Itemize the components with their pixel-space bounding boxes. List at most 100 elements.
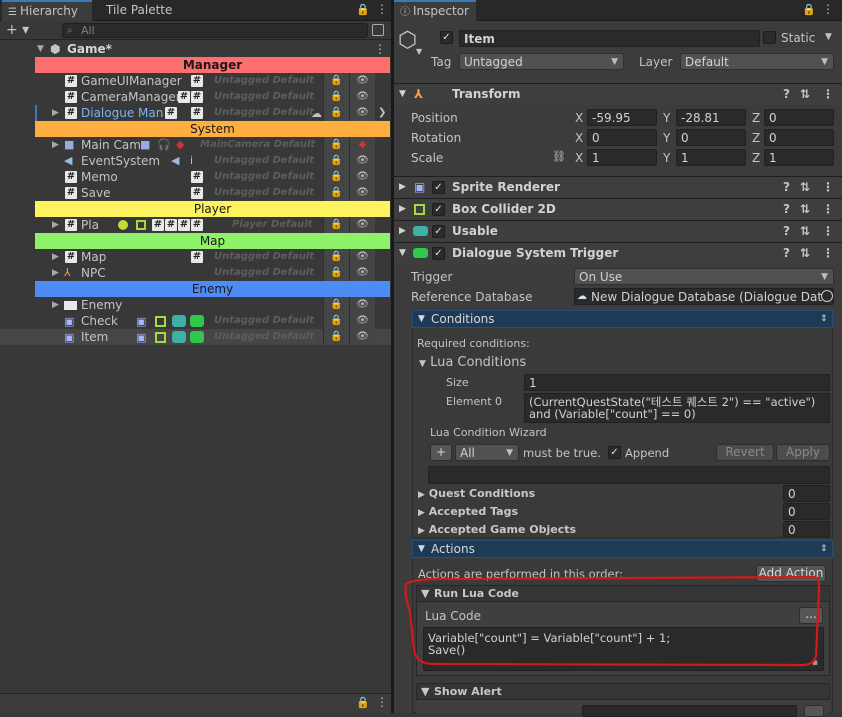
visibility-toggle-icon[interactable]: 👁	[349, 153, 375, 169]
camera-component-icon: ■	[140, 138, 151, 151]
hierarchy-item-item[interactable]: ▣ Item ▣ Untagged Default 🔒 👁	[0, 329, 391, 345]
lock-toggle-icon[interactable]: 🔒	[323, 217, 349, 233]
visibility-toggle-icon[interactable]: 👁	[349, 169, 375, 185]
expand-arrow-icon[interactable]: ▶	[52, 217, 59, 233]
usable-icon	[172, 331, 186, 343]
visibility-toggle-icon[interactable]: 👁	[349, 185, 375, 201]
search-scene-icon[interactable]	[372, 24, 384, 36]
header-system[interactable]: System	[35, 121, 390, 137]
hierarchy-tabbar: ☰ Hierarchy Tile Palette 🔒 ⋮	[0, 0, 391, 21]
expand-arrow-icon[interactable]: ▶	[52, 297, 59, 313]
foldout-arrow-icon: ▼	[421, 685, 430, 698]
lock-toggle-icon[interactable]: 🔒	[323, 249, 349, 265]
event-system-component-icon: ◀	[171, 154, 180, 167]
trigger-icon	[190, 331, 204, 343]
lock-toggle-icon[interactable]: 🔒	[323, 73, 349, 89]
script-icon: #	[65, 171, 77, 183]
expand-arrow-icon[interactable]: ▶	[52, 105, 59, 121]
unity-scene-icon: ⬢	[50, 42, 61, 56]
trigger-icon	[190, 315, 204, 327]
hierarchy-item-map[interactable]: ▶ # Map # Untagged Default 🔒 👁	[0, 249, 391, 265]
script-component-icon: #	[152, 219, 164, 231]
inspector-panel: ⓘ Inspector 🔒 ⋮ ⬡ ▼ ✓ Item Static ▼ Tag U…	[394, 0, 842, 717]
chevron-right-icon[interactable]: ❯	[378, 105, 386, 121]
header-player[interactable]: Player	[35, 201, 390, 217]
script-component-icon: #	[178, 219, 190, 231]
lock-toggle-icon[interactable]: 🔒	[323, 105, 349, 121]
script-component-icon: #	[178, 91, 190, 103]
list-icon: ☰	[8, 7, 17, 18]
scene-menu-icon[interactable]: ⋮	[374, 41, 386, 57]
sprite-icon: ▣	[64, 315, 75, 328]
header-enemy[interactable]: Enemy	[35, 281, 390, 297]
script-component-icon: #	[191, 107, 203, 119]
alert-clear-button[interactable]	[804, 705, 824, 717]
visibility-toggle-icon[interactable]: 👁	[349, 73, 375, 89]
script-component-icon: #	[191, 91, 203, 103]
expand-arrow-icon[interactable]: ▼	[37, 41, 44, 57]
add-button[interactable]: + ▾	[6, 21, 29, 39]
lock-toggle-icon[interactable]: 🔒	[323, 137, 349, 153]
expand-arrow-icon[interactable]: ▶	[52, 137, 59, 153]
script-component-icon: #	[191, 75, 203, 87]
visibility-toggle-icon[interactable]: 👁	[349, 265, 375, 281]
expand-arrow-icon[interactable]: ▶	[52, 265, 59, 281]
visibility-toggle-icon[interactable]: 👁	[349, 313, 375, 329]
hierarchy-item-gameuimanager[interactable]: # GameUIManager # Untagged Default 🔒 👁	[0, 73, 391, 89]
alert-message-field[interactable]	[582, 705, 797, 717]
hierarchy-item-enemy[interactable]: ▶ Enemy 🔒 👁	[0, 297, 391, 313]
lock-toggle-icon[interactable]: 🔒	[323, 89, 349, 105]
script-icon: #	[65, 91, 77, 103]
cloud-icon: ☁	[311, 107, 322, 120]
more-icon[interactable]: ⋮	[376, 2, 388, 16]
lock-toggle-icon[interactable]: 🔒	[323, 297, 349, 313]
lock-toggle-icon[interactable]: 🔒	[323, 313, 349, 329]
show-alert-header[interactable]: ▼ Show Alert	[416, 683, 830, 700]
lock-toggle-icon[interactable]: 🔒	[323, 153, 349, 169]
folder-icon	[64, 301, 77, 310]
tab-hierarchy[interactable]: ☰ Hierarchy	[2, 0, 92, 21]
camera-icon: ■	[64, 138, 75, 151]
lock-toggle-icon[interactable]: 🔒	[323, 185, 349, 201]
visibility-toggle-icon[interactable]: 👁	[349, 297, 375, 313]
tab-tile-palette[interactable]: Tile Palette	[100, 0, 190, 21]
visibility-toggle-icon[interactable]: 👁	[349, 249, 375, 265]
lock-icon[interactable]: 🔒	[356, 696, 370, 709]
lock-toggle-icon[interactable]: 🔒	[323, 265, 349, 281]
script-icon: #	[65, 251, 77, 263]
scene-row[interactable]: ▼ ⬢ Game* ⋮	[0, 41, 391, 57]
hierarchy-item-dialogue-manager[interactable]: ▶ # Dialogue Man # # Untagged Default ☁ …	[0, 105, 391, 121]
header-map[interactable]: Map	[35, 233, 390, 249]
visibility-toggle-icon[interactable]: 👁	[349, 105, 375, 121]
sprite-renderer-icon: ▣	[136, 331, 147, 344]
more-icon[interactable]: ⋮	[376, 695, 388, 709]
lock-toggle-icon[interactable]: 🔒	[323, 329, 349, 345]
hierarchy-item-save[interactable]: # Save # Untagged Default 🔒 👁	[0, 185, 391, 201]
hierarchy-item-main-camera[interactable]: ▶ ■ Main Came ■ 🎧 ◆ MainCamera Default 🔒…	[0, 137, 391, 153]
hierarchy-item-cameramanager[interactable]: # CameraManager # # Untagged Default 🔒 👁	[0, 89, 391, 105]
hierarchy-item-memo[interactable]: # Memo # Untagged Default 🔒 👁	[0, 169, 391, 185]
highlight-annotation	[404, 575, 821, 667]
rigidbody-icon	[117, 219, 129, 231]
script-icon: #	[65, 75, 77, 87]
visibility-toggle-icon[interactable]: 👁	[349, 329, 375, 345]
usable-icon	[172, 315, 186, 327]
box-collider-icon	[155, 316, 166, 327]
visibility-toggle-icon[interactable]: 👁	[349, 217, 375, 233]
sprite-renderer-icon: ▣	[136, 315, 147, 328]
search-input[interactable]: ⌕ All	[62, 23, 368, 38]
expand-arrow-icon[interactable]: ▶	[52, 249, 59, 265]
hierarchy-item-eventsystem[interactable]: ◀ EventSystem ◀ ⅰ Untagged Default 🔒 👁	[0, 153, 391, 169]
header-manager[interactable]: Manager	[35, 57, 390, 73]
script-icon: #	[65, 219, 77, 231]
hierarchy-item-check[interactable]: ▣ Check ▣ Untagged Default 🔒 👁	[0, 313, 391, 329]
hierarchy-bottom-bar: 🔒 ⋮	[0, 693, 391, 713]
lock-icon[interactable]: 🔒	[356, 3, 370, 16]
script-icon: #	[65, 107, 77, 119]
visibility-toggle-icon[interactable]: ◆	[349, 137, 375, 153]
visibility-toggle-icon[interactable]: 👁	[349, 89, 375, 105]
script-component-icon: #	[165, 219, 177, 231]
hierarchy-item-npc[interactable]: ▶ ⅄ NPC Untagged Default 🔒 👁	[0, 265, 391, 281]
lock-toggle-icon[interactable]: 🔒	[323, 169, 349, 185]
hierarchy-item-player[interactable]: ▶ # Pla # # # # Player Default 🔒 👁	[0, 217, 391, 233]
